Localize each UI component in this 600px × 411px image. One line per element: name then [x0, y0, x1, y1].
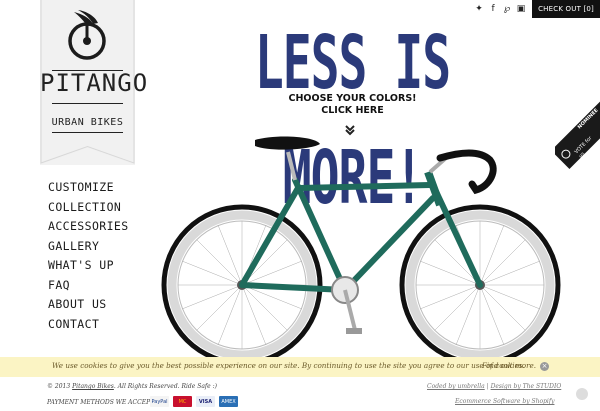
nav-item-contact[interactable]: CONTACT	[48, 315, 129, 335]
cta-line-1: CHOOSE YOUR COLORS!	[288, 93, 417, 104]
shopify-link[interactable]: Ecommerce Software by Shopify	[455, 398, 554, 405]
payment-cards: PayPal MC VISA AMEX	[150, 396, 238, 407]
instagram-icon[interactable]: ▣	[516, 4, 526, 14]
pinterest-icon[interactable]: ℘	[502, 4, 512, 14]
bike-image	[161, 136, 561, 360]
footer-credits: Coded by umbrella | Design by The STUDIO	[427, 383, 561, 390]
tagline-rule	[52, 132, 123, 133]
payment-label: PAYMENT METHODS WE ACCEPT	[47, 399, 155, 406]
facebook-icon[interactable]: f	[488, 4, 498, 14]
brand-tagline: URBAN BIKES	[51, 117, 124, 128]
choose-colors-link[interactable]: CHOOSE YOUR COLORS! CLICK HERE	[270, 93, 435, 116]
cookie-message: We use cookies to give you the best poss…	[52, 361, 525, 370]
nav-item-accessories[interactable]: ACCESSORIES	[48, 217, 129, 237]
copyright-prefix: © 2013	[47, 383, 71, 390]
footer-copyright: © 2013 Pitango Bikes. All Rights Reserve…	[47, 383, 217, 390]
amex-card-icon: AMEX	[219, 396, 238, 407]
logo-ribbon[interactable]: PITANGO URBAN BIKES	[40, 0, 149, 165]
close-icon[interactable]: ×	[540, 362, 549, 371]
nav-item-customize[interactable]: CUSTOMIZE	[48, 178, 129, 198]
top-bar: ✦ f ℘ ▣ CHECK OUT [0]	[474, 0, 600, 18]
nav-item-whats-up[interactable]: WHAT'S UP	[48, 256, 129, 276]
checkout-button[interactable]: CHECK OUT [0]	[532, 0, 600, 18]
cookie-banner: We use cookies to give you the best poss…	[0, 357, 600, 377]
credit-coded-link[interactable]: Coded by umbrella	[427, 383, 485, 390]
copyright-link[interactable]: Pitango Bikes	[72, 383, 114, 390]
wheel-wing-logo-icon	[68, 10, 106, 60]
visa-card-icon: VISA	[196, 396, 215, 407]
nav-item-collection[interactable]: COLLECTION	[48, 198, 129, 218]
brand-name: PITANGO	[40, 69, 149, 97]
paypal-card-icon: PayPal	[150, 396, 169, 407]
nav-item-about-us[interactable]: ABOUT US	[48, 295, 129, 315]
nav-item-faq[interactable]: FAQ	[48, 276, 129, 296]
credit-design-link[interactable]: Design by The STUDIO	[491, 383, 562, 390]
cookie-find-out-more-link[interactable]: Find out more.	[482, 361, 536, 370]
mastercard-icon: MC	[173, 396, 192, 407]
social-links: ✦ f ℘ ▣	[474, 4, 526, 14]
copyright-suffix: . All Rights Reserved. Ride Safe :)	[113, 383, 217, 390]
brand-rule-bottom	[52, 103, 123, 104]
main-nav: CUSTOMIZE COLLECTION ACCESSORIES GALLERY…	[48, 178, 129, 334]
nav-item-gallery[interactable]: GALLERY	[48, 237, 129, 257]
cta-line-2: CLICK HERE	[321, 104, 384, 116]
scroll-top-icon[interactable]	[576, 388, 588, 400]
page: ✦ f ℘ ▣ CHECK OUT [0] PITANGO URBAN BIKE…	[0, 0, 600, 411]
